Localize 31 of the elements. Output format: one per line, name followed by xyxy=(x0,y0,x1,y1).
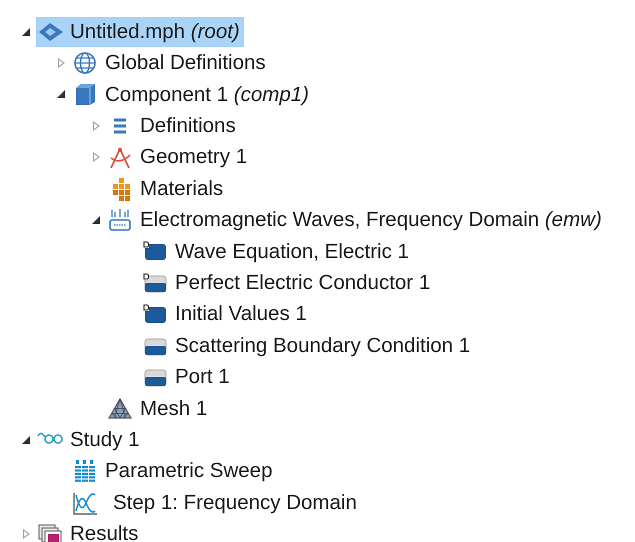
collapse-toggle[interactable] xyxy=(21,434,31,445)
tree-item[interactable]: Materials xyxy=(106,174,228,204)
globe-icon xyxy=(71,51,99,76)
tree-item[interactable]: Electromagnetic Waves, Frequency Domain (emw) xyxy=(106,205,606,235)
tree-item[interactable]: Global Definitions xyxy=(71,48,270,78)
tree-item[interactable]: Results xyxy=(36,519,142,542)
tree-item[interactable]: Mesh 1 xyxy=(106,394,212,424)
mesh-icon xyxy=(106,396,134,420)
expand-toggle[interactable] xyxy=(91,152,101,162)
router-icon xyxy=(106,208,134,232)
collapse-toggle[interactable] xyxy=(56,89,66,100)
tree-item[interactable]: Geometry 1 xyxy=(106,142,252,172)
windows-icon xyxy=(36,522,64,542)
tree-item[interactable]: Port 1 xyxy=(141,362,234,392)
boundary-icon xyxy=(141,270,169,295)
tree-item[interactable]: Step 1: Frequency Domain xyxy=(71,488,361,518)
tree-item[interactable]: Parametric Sweep xyxy=(71,456,276,486)
expand-toggle[interactable] xyxy=(21,528,31,539)
wave-plot-icon xyxy=(71,490,99,515)
collapse-toggle[interactable] xyxy=(21,26,31,37)
tree-item[interactable]: Component 1 (comp1) xyxy=(71,80,313,110)
tree-item[interactable]: Scattering Boundary Condition 1 xyxy=(141,330,474,360)
tree-item[interactable]: Definitions xyxy=(106,111,240,141)
expand-toggle[interactable] xyxy=(56,58,66,68)
tree-item[interactable]: Initial Values 1 xyxy=(141,299,311,330)
tree-item[interactable]: Wave Equation, Electric 1 xyxy=(141,236,413,266)
collapse-toggle[interactable] xyxy=(91,215,101,226)
tree-item[interactable]: Untitled.mph (root) xyxy=(36,16,244,47)
tree-item[interactable]: Perfect Electric Conductor 1 xyxy=(141,268,434,298)
expand-toggle[interactable] xyxy=(91,120,101,131)
tree-item[interactable]: Study 1 xyxy=(36,424,144,455)
